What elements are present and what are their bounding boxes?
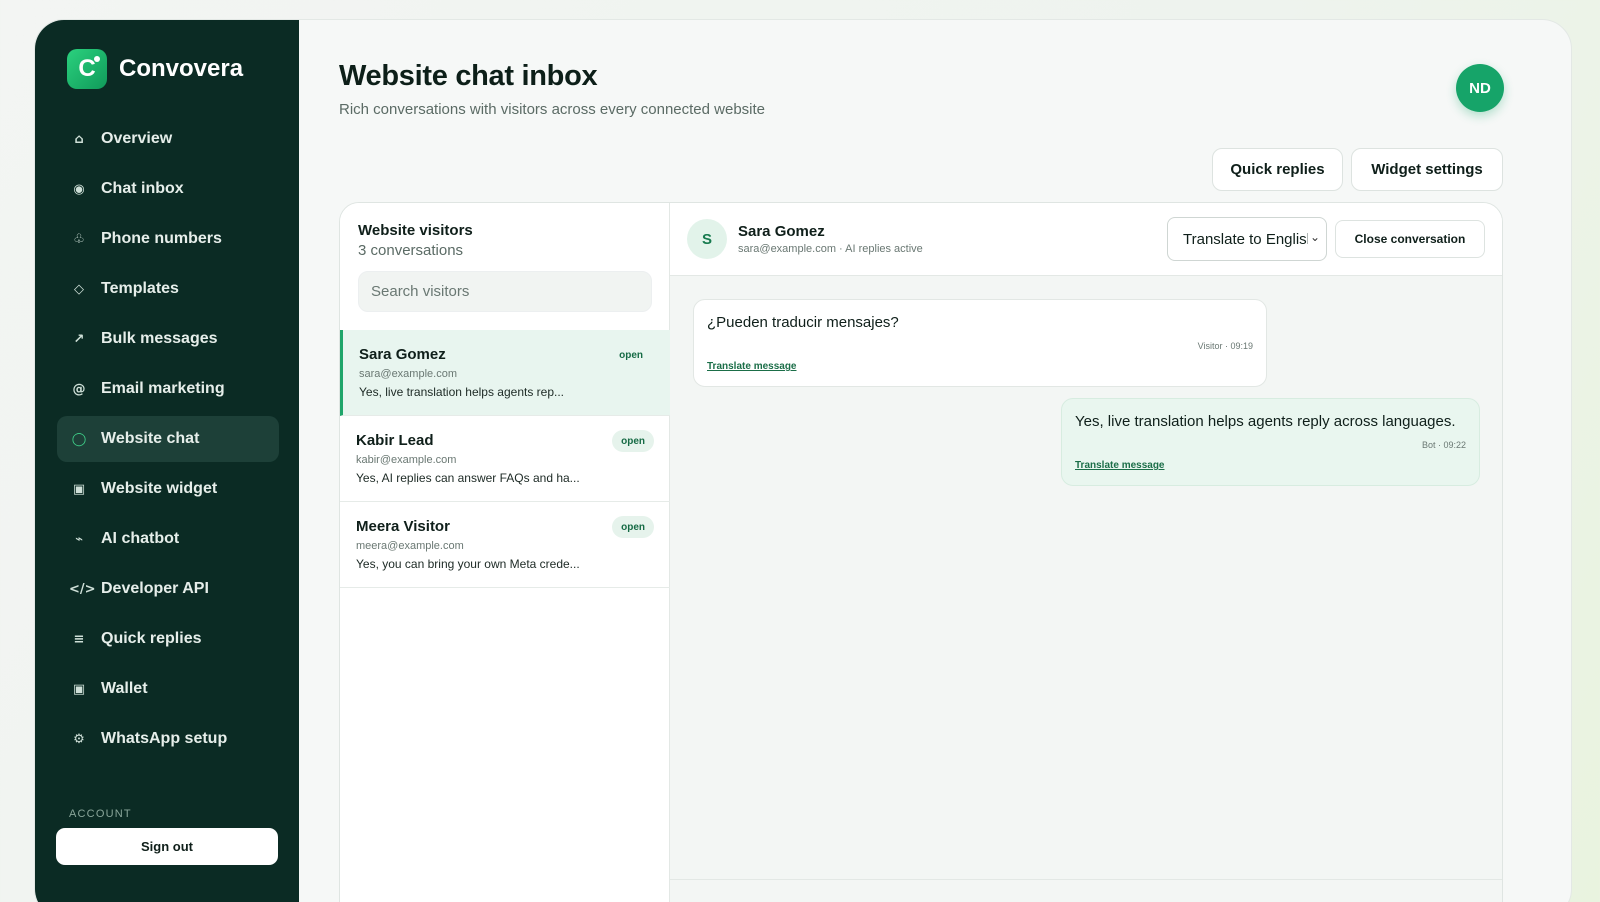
sidebar-item-label: Phone numbers [101,230,222,247]
status-badge: open [619,349,643,361]
translate-message-link[interactable]: Translate message [1075,460,1165,471]
visitor-avatar: S [687,219,727,259]
sidebar-item-developer-api[interactable]: </> Developer API [57,566,279,612]
message-text: ¿Pueden traducir mensajes? [707,314,899,331]
page-title: Website chat inbox [339,60,598,92]
home-icon: ⌂ [74,131,84,147]
sidebar-item-label: Website chat [101,430,200,447]
sidebar-item-templates[interactable]: ◇ Templates [57,266,279,312]
visitor-name: Sara Gomez [359,346,446,363]
sidebar-item-label: Bulk messages [101,330,218,347]
search-visitors-input[interactable] [358,271,652,312]
visitor-meta: sara@example.com · AI replies active [738,243,923,255]
sidebar-item-label: Templates [101,280,179,297]
message-text: Yes, live translation helps agents reply… [1075,413,1456,430]
gear-icon: ⚙ [73,731,85,747]
visitor-name: Sara Gomez [738,223,825,240]
visitor-email: meera@example.com [356,540,464,552]
sidebar-item-label: Developer API [101,580,209,597]
account-section-label: ACCOUNT [69,808,132,820]
visitor-email: sara@example.com [359,368,457,380]
sidebar-item-ai-chatbot[interactable]: ⌁ AI chatbot [57,516,279,562]
page-subtitle: Rich conversations with visitors across … [339,101,766,118]
visitor-name: Kabir Lead [356,432,434,449]
quick-replies-button[interactable]: Quick replies [1212,148,1343,191]
circle-icon: ◯ [71,431,87,447]
message-preview: Yes, you can bring your own Meta crede..… [356,557,580,571]
at-icon: @ [72,381,86,397]
sidebar-item-label: Wallet [101,680,148,697]
chevron-down-icon: ⌄ [1307,230,1320,244]
sidebar-item-label: AI chatbot [101,530,180,547]
sidebar-item-label: WhatsApp setup [101,730,228,747]
sign-out-button[interactable]: Sign out [56,828,278,865]
list-icon: ≡ [73,631,85,647]
bot-icon: ⌁ [75,531,83,547]
sidebar-item-bulk-messages[interactable]: ↗ Bulk messages [57,316,279,362]
sidebar-item-quick-replies[interactable]: ≡ Quick replies [57,616,279,662]
sidebar-item-phone-numbers[interactable]: ♧ Phone numbers [57,216,279,262]
bot-message: Yes, live translation helps agents reply… [1061,398,1480,486]
sidebar: C Convovera ⌂ Overview ◉ Chat inbox ♧ Ph… [35,20,299,902]
sidebar-item-website-widget[interactable]: ▣ Website widget [57,466,279,512]
visitor-email: kabir@example.com [356,454,457,466]
sidebar-nav: ⌂ Overview ◉ Chat inbox ♧ Phone numbers … [57,116,279,766]
translate-select-value: Translate to English [1183,230,1316,248]
arrow-icon: ↗ [73,331,85,347]
conversation-header: S Sara Gomez sara@example.com · AI repli… [670,203,1502,276]
sidebar-item-label: Chat inbox [101,180,184,197]
brand[interactable]: C Convovera [67,49,243,89]
sidebar-item-label: Overview [101,130,173,147]
brand-logo-icon: C [67,49,107,89]
message-timestamp: Visitor · 09:19 [1197,341,1253,351]
user-avatar[interactable]: ND [1456,64,1504,112]
chat-icon: ◉ [73,181,85,197]
sidebar-item-wallet[interactable]: ▣ Wallet [57,666,279,712]
message-timestamp: Bot · 09:22 [1421,440,1466,450]
sidebar-item-whatsapp-setup[interactable]: ⚙ WhatsApp setup [57,716,279,762]
list-title: Website visitors [358,222,473,239]
app-window: C Convovera ⌂ Overview ◉ Chat inbox ♧ Ph… [34,19,1572,902]
template-icon: ◇ [74,281,84,297]
conversation-item[interactable]: Sara Gomez open sara@example.com Yes, li… [340,330,670,416]
message-preview: Yes, live translation helps agents rep..… [359,385,565,399]
sidebar-item-label: Website widget [101,480,218,497]
brand-name: Convovera [119,55,244,82]
widget-icon: ▣ [72,481,86,497]
composer-divider [670,879,1502,880]
conversation-view: S Sara Gomez sara@example.com · AI repli… [670,203,1502,902]
sidebar-item-website-chat[interactable]: ◯ Website chat [57,416,279,462]
chat-panel: Website visitors 3 conversations Sara Go… [339,202,1503,902]
close-conversation-button[interactable]: Close conversation [1335,220,1485,258]
conversation-item[interactable]: Kabir Lead open kabir@example.com Yes, A… [340,416,670,502]
sidebar-item-label: Quick replies [101,630,202,647]
phone-icon: ♧ [73,231,85,247]
conversation-item[interactable]: Meera Visitor open meera@example.com Yes… [340,502,670,588]
visitor-name: Meera Visitor [356,518,450,535]
status-badge: open [612,430,654,452]
conversation-list: Website visitors 3 conversations Sara Go… [340,203,670,902]
sidebar-item-email-marketing[interactable]: @ Email marketing [57,366,279,412]
message-preview: Yes, AI replies can answer FAQs and ha..… [356,471,580,485]
sidebar-item-chat-inbox[interactable]: ◉ Chat inbox [57,166,279,212]
sidebar-item-label: Email marketing [101,380,225,397]
translate-select[interactable]: Translate to English ⌄ [1167,217,1327,261]
translate-message-link[interactable]: Translate message [707,361,797,372]
sidebar-item-overview[interactable]: ⌂ Overview [57,116,279,162]
status-badge: open [612,516,654,538]
visitor-message: ¿Pueden traducir mensajes? Visitor · 09:… [693,299,1267,387]
conversation-count: 3 conversations [358,242,464,259]
widget-settings-button[interactable]: Widget settings [1351,148,1503,191]
code-icon: </> [69,581,96,597]
wallet-icon: ▣ [72,681,86,697]
